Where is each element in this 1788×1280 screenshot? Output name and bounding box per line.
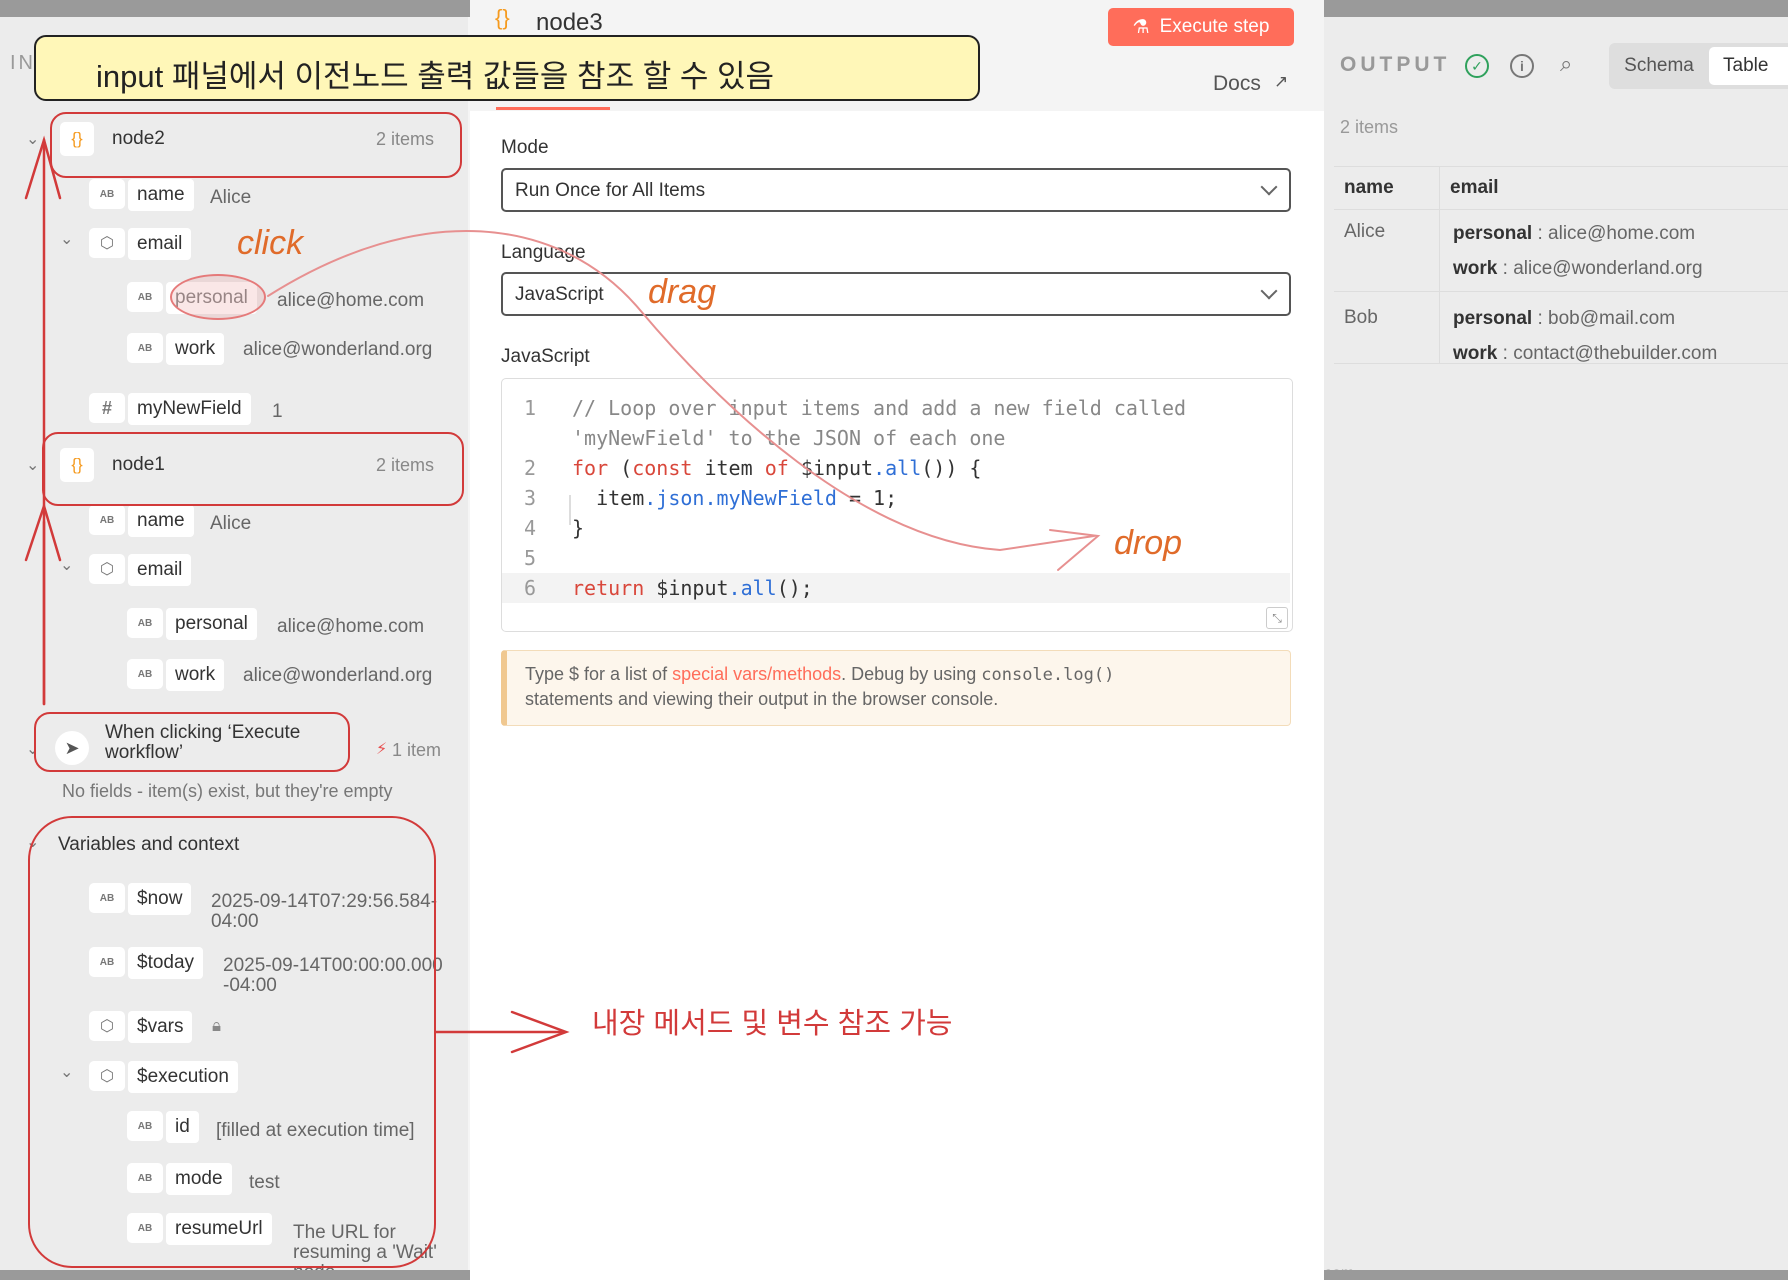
annotation-drop: drop (1114, 524, 1183, 562)
annotation-click: click (237, 224, 304, 262)
drag-arrow-head (1049, 529, 1101, 571)
annotation-builtin: 내장 메서드 및 변수 참조 가능 (592, 1008, 953, 1040)
annotation-arrows (24, 135, 1101, 1054)
annotation-drag: drag (648, 273, 717, 311)
